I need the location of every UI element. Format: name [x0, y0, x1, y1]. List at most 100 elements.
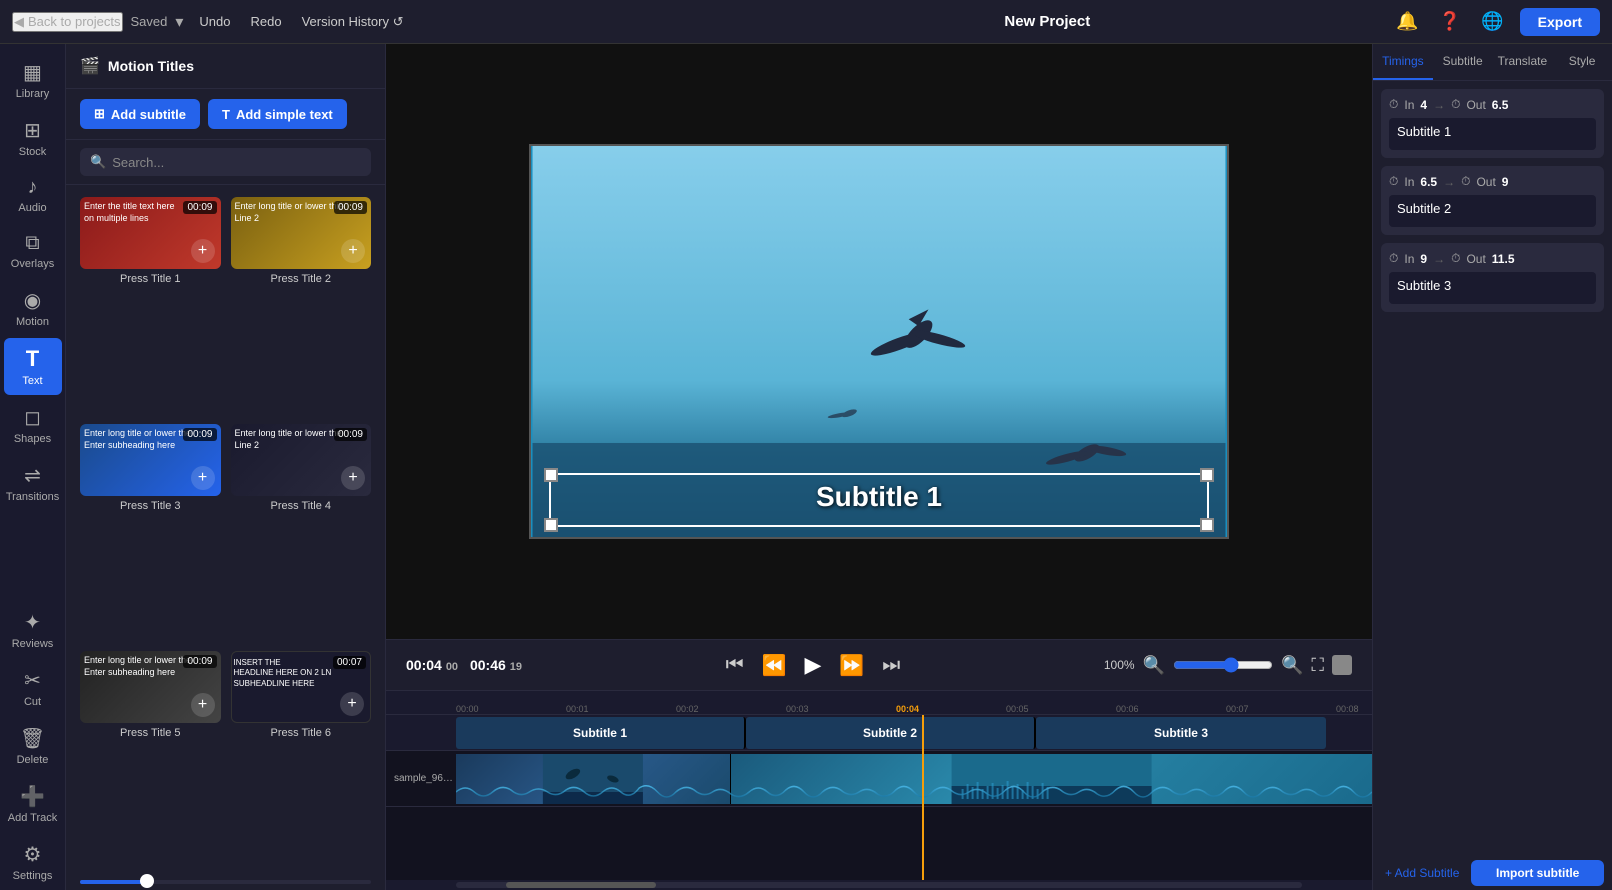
total-frame: 19	[510, 661, 522, 673]
template-press-title-4[interactable]: 00:09 Enter long title or lower theLine …	[231, 424, 372, 641]
rewind-button[interactable]: ⏪	[758, 649, 791, 682]
sidebar-label-stock: Stock	[19, 146, 47, 158]
template-name-2: Press Title 2	[231, 273, 372, 285]
template-add-btn-1[interactable]: +	[191, 239, 215, 263]
add-subtitle-button[interactable]: ⊞ Add subtitle	[80, 99, 200, 129]
tab-subtitle[interactable]: Subtitle	[1433, 44, 1493, 80]
skip-to-end-button[interactable]: ⏭	[878, 650, 904, 681]
entry-2-text[interactable]: Subtitle 2	[1389, 195, 1596, 227]
search-bar: 🔍	[66, 140, 385, 185]
redo-button[interactable]: Redo	[242, 10, 289, 33]
entry-3-text[interactable]: Subtitle 3	[1389, 272, 1596, 304]
progress-fill	[80, 880, 142, 884]
play-button[interactable]: ▶	[800, 648, 825, 682]
zoom-in-icon[interactable]: 🔍	[1281, 655, 1303, 676]
globe-icon[interactable]: 🌐	[1477, 7, 1507, 36]
arrow-3: →	[1433, 252, 1445, 266]
progress-track[interactable]	[80, 880, 371, 884]
sidebar-item-text[interactable]: T Text	[4, 338, 62, 395]
sidebar-item-delete[interactable]: 🗑 Delete	[4, 718, 62, 774]
notifications-icon[interactable]: 🔔	[1392, 7, 1422, 36]
skip-to-start-button[interactable]: ⏮	[722, 650, 748, 681]
clip-subtitle-1[interactable]: Subtitle 1	[456, 717, 746, 749]
sidebar-item-stock[interactable]: ⊞ Stock	[4, 110, 62, 166]
template-add-btn-4[interactable]: +	[341, 466, 365, 490]
template-duration-4: 00:09	[334, 428, 367, 441]
stock-icon: ⊞	[24, 118, 41, 143]
ruler-marks-container: 00:00 00:01 00:02 00:03 00:04 00:05 00:0…	[456, 691, 1372, 714]
ruler-mark-4: 00:04	[896, 704, 1006, 714]
template-press-title-6[interactable]: 00:07 INSERT THEHEADLINE HERE ON 2 LNSUB…	[231, 651, 372, 868]
search-input[interactable]	[112, 155, 361, 170]
add-simple-text-button[interactable]: T Add simple text	[208, 99, 347, 129]
template-add-btn-5[interactable]: +	[191, 693, 215, 717]
template-name-1: Press Title 1	[80, 273, 221, 285]
current-frame: 00	[446, 661, 458, 673]
export-button[interactable]: Export	[1520, 8, 1600, 36]
version-history-button[interactable]: Version History ↺	[294, 10, 412, 34]
clip-subtitle-3[interactable]: Subtitle 3	[1036, 717, 1326, 749]
undo-button[interactable]: Undo	[191, 10, 238, 33]
template-press-title-5[interactable]: 00:09 Enter long title or lower theEnter…	[80, 651, 221, 868]
video-track: sample_960x400_ocean_with_audio.mkv	[386, 751, 1372, 807]
progress-thumb[interactable]	[140, 874, 154, 888]
arrow-1: →	[1433, 98, 1445, 112]
sidebar-item-add-track[interactable]: ➕ Add Track	[4, 776, 62, 832]
delete-icon: 🗑	[20, 726, 45, 751]
sidebar-item-audio[interactable]: ♪ Audio	[4, 168, 62, 222]
ruler-mark-6: 00:06	[1116, 704, 1226, 714]
clip-subtitle-2[interactable]: Subtitle 2	[746, 717, 1036, 749]
fast-forward-button[interactable]: ⏩	[835, 649, 868, 682]
sidebar-item-transitions[interactable]: ⇌ Transitions	[4, 455, 62, 511]
zoom-out-icon[interactable]: 🔍	[1143, 655, 1165, 676]
timeline-scrubber[interactable]	[922, 715, 924, 880]
clip-label-3: Subtitle 3	[1154, 726, 1208, 740]
current-time: 00:04	[406, 657, 442, 673]
zoom-slider[interactable]	[1173, 657, 1273, 673]
sidebar-item-shapes[interactable]: ◻ Shapes	[4, 397, 62, 453]
sidebar-item-cut[interactable]: ✂ Cut	[4, 660, 62, 716]
tab-translate[interactable]: Translate	[1493, 44, 1553, 80]
in-label-1: In	[1404, 98, 1414, 112]
sidebar-label-cut: Cut	[24, 696, 41, 708]
zoom-label: 100%	[1104, 658, 1135, 672]
sidebar-item-overlays[interactable]: ⧉ Overlays	[4, 224, 62, 278]
template-add-btn-3[interactable]: +	[191, 466, 215, 490]
template-thumb-5: 00:09 Enter long title or lower theEnter…	[80, 651, 221, 723]
template-press-title-3[interactable]: 00:09 Enter long title or lower theEnter…	[80, 424, 221, 641]
sidebar-item-library[interactable]: ▦ Library	[4, 52, 62, 108]
template-add-btn-2[interactable]: +	[341, 239, 365, 263]
video-area: Subtitle 1	[386, 44, 1372, 639]
tab-style[interactable]: Style	[1552, 44, 1612, 80]
topbar: ◀ Back to projects Saved ▾ Undo Redo Ver…	[0, 0, 1612, 44]
fullscreen-button[interactable]: ⛶	[1311, 655, 1324, 676]
entry-3-times: ⏱ In 9 → ⏱ Out 11.5	[1389, 251, 1596, 266]
template-duration-6: 00:07	[333, 656, 366, 669]
sidebar-label-text: Text	[22, 375, 42, 387]
sidebar-label-transitions: Transitions	[6, 491, 59, 503]
import-subtitle-button[interactable]: Import subtitle	[1471, 860, 1604, 886]
add-subtitle-label: Add subtitle	[111, 107, 186, 122]
scrollbar-thumb[interactable]	[506, 882, 656, 888]
back-label: Back to projects	[28, 14, 121, 29]
template-press-title-2[interactable]: 00:09 Enter long title or lower thisLine…	[231, 197, 372, 414]
sidebar-item-reviews[interactable]: ✦ Reviews	[4, 602, 62, 658]
scrollbar-track[interactable]	[456, 882, 1302, 888]
template-add-btn-6[interactable]: +	[340, 692, 364, 716]
saved-dropdown-icon[interactable]: ▾	[175, 12, 183, 32]
out-icon-1: ⏱	[1451, 97, 1460, 112]
in-label-3: In	[1404, 252, 1414, 266]
sidebar-item-motion[interactable]: ◉ Motion	[4, 280, 62, 336]
tab-timings[interactable]: Timings	[1373, 44, 1433, 80]
right-sidebar-tabs: Timings Subtitle Translate Style	[1373, 44, 1612, 81]
entry-1-text[interactable]: Subtitle 1	[1389, 118, 1596, 150]
panel-header: 🎬 Motion Titles	[66, 44, 385, 89]
add-subtitle-small-button[interactable]: + Add Subtitle	[1381, 862, 1463, 884]
sidebar-item-settings[interactable]: ⚙ Settings	[4, 834, 62, 890]
sidebar-label-shapes: Shapes	[14, 433, 51, 445]
help-icon[interactable]: ❓	[1435, 7, 1465, 36]
template-press-title-1[interactable]: 00:09 Enter the title text hereon multip…	[80, 197, 221, 414]
topbar-left: ◀ Back to projects Saved ▾ Undo Redo Ver…	[12, 10, 702, 34]
ruler-mark-3: 00:03	[786, 704, 896, 714]
back-to-projects-button[interactable]: ◀ Back to projects	[12, 12, 123, 32]
